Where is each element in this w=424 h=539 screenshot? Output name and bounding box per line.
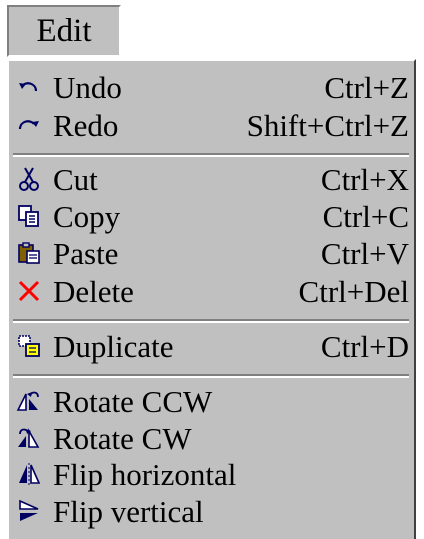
menu-item-copy[interactable]: Copy Ctrl+C	[11, 198, 411, 235]
rotate-ccw-icon	[15, 388, 43, 414]
menu-item-label: Flip horizontal	[53, 457, 237, 492]
menu-item-label: Rotate CCW	[53, 384, 213, 419]
edit-menu: Undo Ctrl+Z Redo Shift+Ctrl+Z Cut Ctrl+X…	[7, 59, 416, 539]
rotate-cw-icon	[15, 425, 43, 451]
menu-item-cut[interactable]: Cut Ctrl+X	[11, 161, 411, 198]
menu-item-shortcut: Ctrl+Z	[324, 70, 409, 105]
menu-item-label: Delete	[53, 274, 134, 309]
menu-item-shortcut: Ctrl+X	[320, 162, 409, 197]
menu-item-shortcut: Ctrl+D	[320, 329, 409, 364]
undo-icon	[15, 74, 43, 100]
menu-item-flip-vertical[interactable]: Flip vertical	[11, 493, 411, 530]
menu-item-label: Flip vertical	[53, 494, 204, 529]
menu-item-label: Duplicate	[53, 329, 174, 364]
menu-item-shortcut: Shift+Ctrl+Z	[246, 108, 409, 143]
menu-separator	[13, 374, 409, 378]
menu-item-label: Rotate CW	[53, 421, 192, 456]
menu-item-shortcut: Ctrl+V	[320, 236, 409, 271]
menu-item-flip-horizontal[interactable]: Flip horizontal	[11, 456, 411, 493]
menu-item-label: Cut	[53, 162, 98, 197]
flip-vertical-icon	[15, 498, 43, 524]
edit-menu-button[interactable]: Edit	[7, 5, 121, 57]
menu-item-label: Copy	[53, 199, 121, 234]
menu-item-undo[interactable]: Undo Ctrl+Z	[11, 69, 411, 106]
menu-separator	[13, 153, 409, 157]
menu-item-delete[interactable]: Delete Ctrl+Del	[11, 273, 411, 310]
redo-icon	[15, 112, 43, 138]
scissors-icon	[15, 166, 43, 192]
menu-item-rotate-cw[interactable]: Rotate CW	[11, 420, 411, 457]
menu-item-rotate-ccw[interactable]: Rotate CCW	[11, 383, 411, 420]
copy-icon	[15, 203, 43, 229]
menu-separator	[13, 319, 409, 323]
menu-item-label: Redo	[53, 108, 119, 143]
menu-item-label: Paste	[53, 236, 119, 271]
delete-x-icon	[15, 278, 43, 304]
clipboard-icon	[15, 240, 43, 266]
menu-item-shortcut: Ctrl+C	[322, 199, 409, 234]
menu-item-shortcut: Ctrl+Del	[298, 274, 409, 309]
menu-item-label: Undo	[53, 70, 122, 105]
menu-item-paste[interactable]: Paste Ctrl+V	[11, 235, 411, 272]
menu-item-duplicate[interactable]: Duplicate Ctrl+D	[11, 328, 411, 365]
menu-item-redo[interactable]: Redo Shift+Ctrl+Z	[11, 107, 411, 144]
duplicate-icon	[15, 333, 43, 359]
flip-horizontal-icon	[15, 461, 43, 487]
